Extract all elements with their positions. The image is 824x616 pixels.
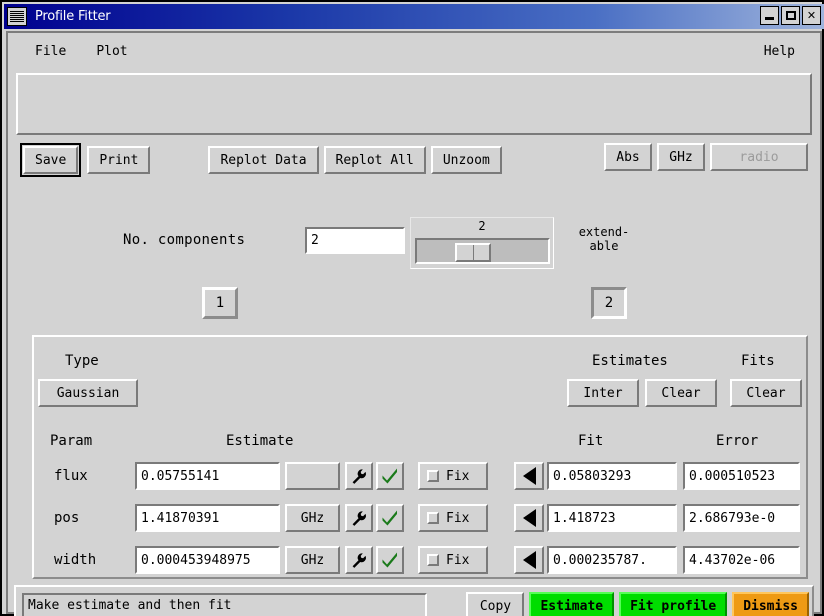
- minimize-icon[interactable]: [760, 6, 779, 25]
- param-name: pos: [54, 510, 80, 526]
- column-header-estimate: Estimate: [226, 433, 294, 449]
- check-icon[interactable]: [376, 504, 404, 532]
- components-slider[interactable]: 2: [410, 217, 554, 269]
- param-estimate-input[interactable]: 0.05755141: [135, 462, 280, 490]
- replot-all-button[interactable]: Replot All: [323, 146, 426, 174]
- plot-placeholder-panel: [16, 73, 812, 135]
- components-row: No. components 2 2 extend- able: [18, 215, 808, 275]
- extendable-label: extend- able: [571, 225, 637, 253]
- menu-plot[interactable]: Plot: [87, 41, 136, 62]
- client-area: File Plot Help Save Print Replot Data Re…: [6, 31, 822, 616]
- profile-fitter-window: Profile Fitter ✕ File Plot Help Save Pri…: [0, 0, 824, 616]
- param-unit-button[interactable]: GHz: [285, 504, 340, 532]
- dismiss-button[interactable]: Dismiss: [732, 592, 809, 616]
- print-button[interactable]: Print: [87, 146, 151, 174]
- checkbox-indicator: [427, 554, 439, 566]
- param-name: width: [54, 552, 97, 568]
- estimates-inter-button[interactable]: Inter: [567, 379, 639, 407]
- param-row: width 0.000453948975 GHz Fix 0.000235787…: [34, 544, 806, 578]
- param-unit-button[interactable]: GHz: [285, 546, 340, 574]
- param-estimate-input[interactable]: 0.000453948975: [135, 546, 280, 574]
- component-tab-1[interactable]: 1: [202, 287, 238, 319]
- extendable-line-1: extend-: [578, 225, 630, 239]
- menu-file[interactable]: File: [26, 41, 75, 62]
- fix-label: Fix: [446, 510, 470, 526]
- extendable-line-2: able: [589, 239, 619, 253]
- status-bar: Make estimate and then fit Copy Estimate…: [14, 585, 814, 616]
- components-input[interactable]: 2: [305, 227, 405, 254]
- copy-fit-to-estimate-icon[interactable]: [514, 504, 544, 532]
- components-slider-thumb[interactable]: [455, 243, 491, 262]
- param-error-value: 2.686793e-0: [683, 504, 800, 532]
- components-slider-trough[interactable]: [415, 238, 550, 264]
- ghz-button[interactable]: GHz: [657, 143, 705, 171]
- window-frame: Profile Fitter ✕ File Plot Help Save Pri…: [0, 0, 824, 616]
- window-title: Profile Fitter: [35, 9, 111, 24]
- check-icon[interactable]: [376, 546, 404, 574]
- save-button-focus-frame: Save: [20, 143, 82, 177]
- unzoom-button[interactable]: Unzoom: [430, 146, 502, 174]
- close-icon[interactable]: ✕: [802, 6, 821, 25]
- maximize-icon[interactable]: [781, 6, 800, 25]
- estimates-label: Estimates: [592, 353, 668, 369]
- toolbar-right-group: Abs GHz radio: [604, 143, 808, 171]
- estimate-button[interactable]: Estimate: [529, 592, 615, 616]
- triangle-left-icon: [522, 467, 536, 485]
- type-label: Type: [65, 353, 99, 369]
- fits-clear-button[interactable]: Clear: [730, 379, 802, 407]
- fits-label: Fits: [741, 353, 775, 369]
- wrench-icon[interactable]: [345, 504, 373, 532]
- radio-button: radio: [710, 143, 808, 171]
- abs-button[interactable]: Abs: [604, 143, 652, 171]
- param-name: flux: [54, 468, 88, 484]
- replot-data-button[interactable]: Replot Data: [208, 146, 319, 174]
- triangle-left-icon: [522, 551, 536, 569]
- column-header-fit: Fit: [578, 433, 604, 449]
- triangle-left-icon: [522, 509, 536, 527]
- parameters-panel: Type Estimates Fits Gaussian Inter Clear…: [32, 335, 808, 579]
- copy-fit-to-estimate-icon[interactable]: [514, 462, 544, 490]
- title-bar: Profile Fitter ✕: [4, 4, 824, 29]
- toolbar: Save Print Replot Data Replot All Unzoom…: [16, 139, 812, 181]
- checkbox-indicator: [427, 470, 439, 482]
- fit-profile-button[interactable]: Fit profile: [619, 592, 728, 616]
- toolbar-left-group: Save Print Replot Data Replot All Unzoom: [20, 143, 502, 177]
- component-tab-2[interactable]: 2: [591, 287, 627, 319]
- menu-help[interactable]: Help: [755, 41, 804, 62]
- window-menu-icon[interactable]: [7, 7, 27, 26]
- check-icon[interactable]: [376, 462, 404, 490]
- param-unit-button[interactable]: [285, 462, 340, 490]
- profile-type-button[interactable]: Gaussian: [38, 379, 138, 407]
- wrench-icon[interactable]: [345, 546, 373, 574]
- column-header-param: Param: [50, 433, 93, 449]
- status-message: Make estimate and then fit: [22, 593, 427, 616]
- estimates-clear-button[interactable]: Clear: [645, 379, 717, 407]
- save-button[interactable]: Save: [23, 146, 79, 174]
- copy-fit-to-estimate-icon[interactable]: [514, 546, 544, 574]
- param-fix-checkbox[interactable]: Fix: [418, 504, 488, 532]
- status-action-group: Copy Estimate Fit profile Dismiss: [466, 592, 809, 616]
- param-error-value: 0.000510523: [683, 462, 800, 490]
- components-label: No. components: [123, 232, 246, 248]
- column-header-error: Error: [716, 433, 759, 449]
- fix-label: Fix: [446, 468, 470, 484]
- param-row: flux 0.05755141 Fix 0.05803293 0.0005105…: [34, 460, 806, 494]
- menu-bar: File Plot Help: [14, 37, 814, 66]
- window-controls: ✕: [760, 6, 821, 25]
- param-fit-value: 0.000235787.: [547, 546, 677, 574]
- components-slider-value: 2: [478, 219, 486, 233]
- param-fix-checkbox[interactable]: Fix: [418, 462, 488, 490]
- param-row: pos 1.41870391 GHz Fix 1.418723 2.686793…: [34, 502, 806, 536]
- param-fit-value: 1.418723: [547, 504, 677, 532]
- param-error-value: 4.43702e-06: [683, 546, 800, 574]
- param-fix-checkbox[interactable]: Fix: [418, 546, 488, 574]
- copy-button[interactable]: Copy: [466, 592, 525, 616]
- fix-label: Fix: [446, 552, 470, 568]
- checkbox-indicator: [427, 512, 439, 524]
- wrench-icon[interactable]: [345, 462, 373, 490]
- param-fit-value: 0.05803293: [547, 462, 677, 490]
- param-estimate-input[interactable]: 1.41870391: [135, 504, 280, 532]
